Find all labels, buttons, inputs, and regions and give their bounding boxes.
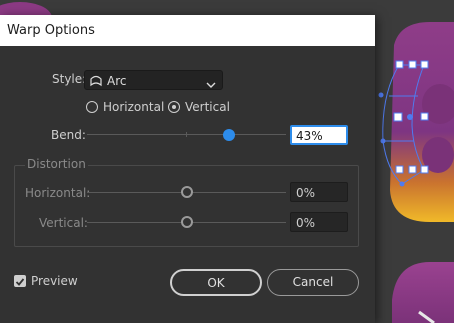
ok-button-label: OK	[207, 276, 225, 290]
style-dropdown[interactable]: Arc	[84, 70, 223, 90]
preview-label: Preview	[31, 274, 78, 288]
vertical-distortion-input[interactable]: 0%	[290, 212, 348, 232]
warp-options-dialog: Warp Options Style: Arc Horizontal Verti…	[0, 15, 375, 323]
distortion-group	[14, 165, 359, 247]
dialog-title-bar[interactable]: Warp Options	[0, 15, 375, 46]
horizontal-distortion-label: Horizontal:	[25, 186, 91, 200]
vertical-distortion-label: Vertical:	[39, 216, 88, 230]
ok-button[interactable]: OK	[170, 269, 262, 296]
style-label: Style:	[52, 72, 87, 86]
vertical-radio[interactable]	[168, 101, 180, 113]
bend-value-text: 43%	[296, 129, 323, 143]
vertical-distortion-value: 0%	[296, 216, 316, 230]
bend-value-input[interactable]: 43%	[290, 125, 348, 145]
horizontal-distortion-value: 0%	[296, 186, 316, 200]
cancel-button-label: Cancel	[292, 275, 334, 289]
style-dropdown-value: Arc	[107, 74, 127, 88]
checkmark-icon	[15, 278, 25, 286]
horizontal-radio-label: Horizontal	[103, 100, 165, 114]
dialog-title: Warp Options	[7, 23, 95, 38]
horizontal-distortion-input[interactable]: 0%	[290, 182, 348, 202]
bend-label: Bend:	[51, 128, 86, 142]
horizontal-radio[interactable]	[86, 101, 98, 113]
horizontal-distortion-slider-thumb[interactable]	[180, 186, 193, 198]
bend-slider-thumb[interactable]	[223, 129, 236, 141]
chevron-down-icon	[206, 76, 216, 94]
bend-slider-center-tick	[186, 132, 187, 137]
arc-style-icon	[89, 74, 103, 92]
distortion-group-label: Distortion	[25, 157, 88, 171]
vertical-distortion-slider-thumb[interactable]	[180, 216, 193, 228]
vertical-radio-label: Vertical	[185, 100, 230, 114]
cancel-button[interactable]: Cancel	[267, 269, 359, 296]
preview-checkbox[interactable]	[14, 275, 26, 287]
